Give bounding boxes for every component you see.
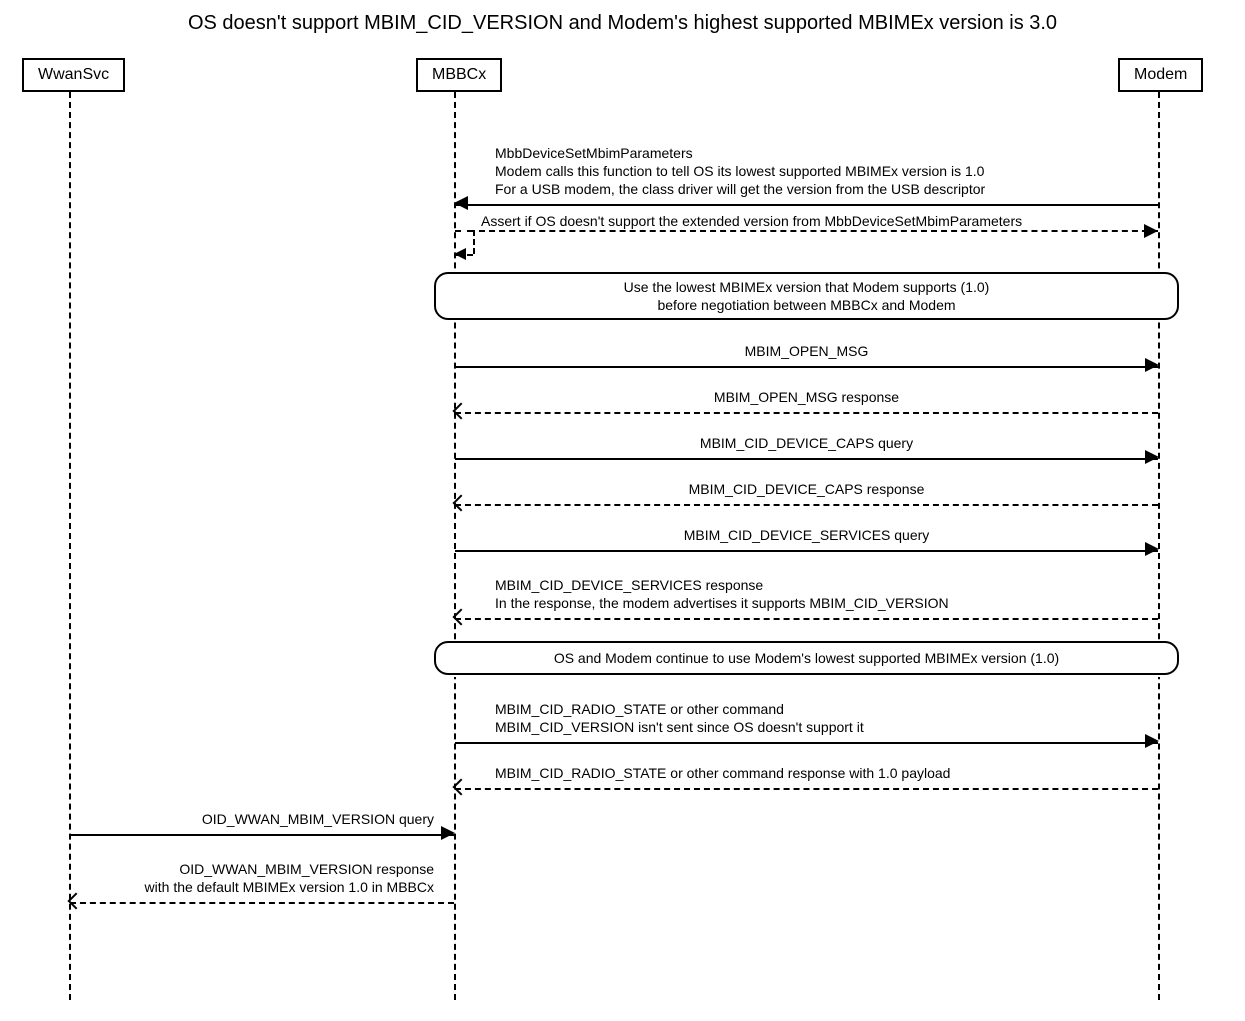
msg-text: OID_WWAN_MBIM_VERSION response [145, 860, 434, 878]
msg-text: In the response, the modem advertises it… [495, 594, 949, 612]
msg-text: with the default MBIMEx version 1.0 in M… [145, 878, 434, 896]
note-text: Use the lowest MBIMEx version that Modem… [624, 278, 990, 296]
msg-text: MBIM_CID_DEVICE_SERVICES response [495, 576, 949, 594]
arrow-right-icon [1145, 734, 1159, 748]
msg-assert-extended-version: Assert if OS doesn't support the extende… [455, 230, 1158, 260]
msg-text: MBIM_CID_VERSION isn't sent since OS doe… [495, 718, 864, 736]
arrow-right-icon [1145, 358, 1159, 372]
arrow-right-icon [441, 826, 455, 840]
msg-text: MBIM_CID_DEVICE_CAPS query [700, 435, 913, 451]
actor-label: Modem [1134, 66, 1187, 83]
actor-label: WwanSvc [38, 66, 109, 83]
actor-mbbcx: MBBCx [416, 58, 502, 92]
arrow-right-icon [1145, 450, 1159, 464]
arrow-right-icon [1144, 224, 1158, 238]
sequence-diagram: OS doesn't support MBIM_CID_VERSION and … [0, 0, 1245, 1021]
msg-text: MBIM_OPEN_MSG response [714, 389, 899, 405]
diagram-title: OS doesn't support MBIM_CID_VERSION and … [0, 12, 1245, 35]
note-text: before negotiation between MBBCx and Mod… [624, 296, 990, 314]
actor-label: MBBCx [432, 66, 486, 83]
msg-text: Modem calls this function to tell OS its… [495, 162, 985, 180]
arrow-right-icon [1145, 542, 1159, 556]
lifeline-mbbcx [454, 92, 456, 1000]
msg-text: MBIM_CID_RADIO_STATE or other command [495, 700, 864, 718]
actor-modem: Modem [1118, 58, 1203, 92]
msg-text: Assert if OS doesn't support the extende… [481, 212, 1022, 230]
note-text: OS and Modem continue to use Modem's low… [554, 649, 1059, 667]
arrow-left-icon [454, 196, 468, 210]
note-use-lowest-version: Use the lowest MBIMEx version that Modem… [434, 272, 1179, 320]
msg-text: MBIM_CID_RADIO_STATE or other command re… [495, 764, 950, 782]
msg-text: OID_WWAN_MBIM_VERSION query [202, 810, 434, 828]
note-continue-lowest-version: OS and Modem continue to use Modem's low… [434, 641, 1179, 675]
msg-text: MBIM_CID_DEVICE_CAPS response [689, 481, 925, 497]
msg-text: For a USB modem, the class driver will g… [495, 180, 985, 198]
msg-text: MBIM_OPEN_MSG [745, 343, 869, 359]
lifeline-wwansvc [69, 92, 71, 1000]
msg-text: MbbDeviceSetMbimParameters [495, 144, 985, 162]
actor-wwansvc: WwanSvc [22, 58, 125, 92]
msg-text: MBIM_CID_DEVICE_SERVICES query [684, 527, 930, 543]
